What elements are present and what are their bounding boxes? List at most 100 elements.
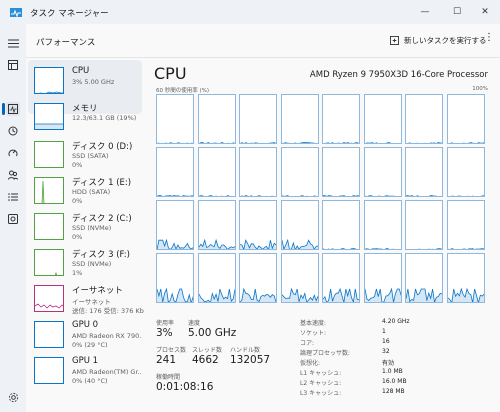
logical-processor-graph: [405, 200, 443, 250]
maximize-button[interactable]: ☐: [442, 0, 472, 24]
resource-usage: 0% (29 °C): [72, 341, 108, 349]
ethernet-thumbnail-graph: [34, 285, 64, 312]
logical-processor-graph: [446, 94, 485, 144]
usage-label: 使用率: [156, 320, 175, 327]
logical-processor-graph: [239, 94, 277, 144]
logical-processor-graph: [363, 94, 402, 144]
resource-name: ディスク 2 (C:): [72, 214, 132, 224]
resource-name: GPU 1: [72, 356, 99, 366]
settings-icon[interactable]: [6, 390, 20, 404]
resource-usage: 0% (40 °C): [72, 377, 108, 385]
logical-processor-graph: [239, 200, 277, 250]
processes-icon[interactable]: [6, 58, 20, 72]
logical-processor-graph: [405, 94, 443, 144]
logical-processor-graph: [322, 200, 360, 250]
threads-value: 4662: [192, 354, 219, 366]
services-icon[interactable]: [6, 212, 20, 226]
logical-processor-graph: [322, 147, 360, 197]
detail-value: 1: [382, 328, 386, 335]
resource-detail: AMD Radeon(TM) Gr...: [72, 368, 142, 376]
detail-value: 有効: [382, 360, 395, 367]
detail-key: L3 キャッシュ:: [300, 390, 342, 397]
detail-value: 1.0 MB: [382, 368, 403, 375]
title-bar: タスク マネージャー — ☐ ✕: [0, 0, 500, 24]
task-manager-app-icon: [10, 8, 22, 17]
logical-processor-graph: [322, 94, 360, 144]
detail-key: コア:: [300, 340, 315, 347]
gpu-thumbnail-graph: [34, 357, 64, 384]
graph-caption: 60 秒間の使用率 (%): [156, 88, 210, 94]
logical-processor-graph: [197, 94, 236, 144]
resource-detail: 3% 5.00 GHz: [72, 78, 115, 86]
detail-key: 論理プロセッサ数:: [300, 350, 351, 357]
resource-name: イーサネット: [72, 286, 123, 296]
resource-detail: AMD Radeon RX 790...: [72, 332, 142, 340]
run-new-task-button[interactable]: 新しいタスクを実行する: [390, 35, 487, 46]
resource-detail: HDD (SATA): [72, 188, 111, 196]
cpu-heading: CPU: [154, 64, 187, 83]
logical-processor-graph: [239, 253, 277, 303]
resource-name: GPU 0: [72, 320, 99, 330]
detail-key: L2 キャッシュ:: [300, 380, 342, 387]
startup-icon[interactable]: [6, 146, 20, 160]
performance-icon[interactable]: [6, 102, 20, 116]
resource-item-gpu-1[interactable]: GPU 1 AMD Radeon(TM) Gr... 0% (40 °C): [28, 350, 142, 404]
minimize-button[interactable]: —: [410, 0, 440, 24]
run-task-icon: [390, 36, 399, 45]
logical-processor-graph: [239, 147, 277, 197]
app-history-icon[interactable]: [6, 124, 20, 138]
speed-label: 速度: [188, 320, 201, 327]
users-icon[interactable]: [6, 168, 20, 182]
logical-processor-graph: [156, 94, 194, 144]
menu-icon[interactable]: [6, 36, 20, 50]
cpu-details-list: 基本速度: 4.20 GHz ソケット: 1 コア: 16 論理プロセッサ数: …: [300, 318, 450, 402]
disk-thumbnail-graph: [34, 213, 64, 240]
uptime-value: 0:01:08:16: [156, 381, 214, 393]
resource-usage: 0%: [72, 197, 83, 205]
resource-name: メモリ: [72, 104, 98, 114]
disk-thumbnail-graph: [34, 177, 64, 204]
resource-detail: SSD (NVMe): [72, 224, 112, 232]
logical-processor-graph: [405, 253, 443, 303]
resource-detail: SSD (NVMe): [72, 260, 112, 268]
uptime-label: 稼働時間: [156, 374, 181, 381]
logical-processor-graph: [446, 253, 485, 303]
logical-processor-graph: [363, 253, 402, 303]
active-nav-indicator: [2, 103, 5, 115]
cpu-detail-panel: CPU AMD Ryzen 9 7950X3D 16-Core Processo…: [144, 58, 500, 412]
logical-processor-graph: [363, 200, 402, 250]
memory-thumbnail-graph: [34, 103, 64, 130]
logical-processor-graph: [280, 253, 319, 303]
logical-processor-graph: [280, 147, 319, 197]
disk-thumbnail-graph: [34, 249, 64, 276]
logical-processor-graph: [322, 253, 360, 303]
cpu-thumbnail-graph: [34, 67, 64, 94]
disk-thumbnail-graph: [34, 141, 64, 168]
run-new-task-label: 新しいタスクを実行する: [404, 36, 487, 45]
logical-processor-graphs: [156, 94, 490, 304]
logical-processor-graph: [446, 200, 485, 250]
resource-detail: 12.3/63.1 GB (19%): [72, 114, 137, 122]
handles-value: 132057: [230, 354, 271, 366]
close-button[interactable]: ✕: [470, 0, 500, 24]
resource-name: ディスク 3 (F:): [72, 250, 130, 260]
page-title: パフォーマンス: [36, 38, 96, 48]
logical-processor-graph: [197, 147, 236, 197]
logical-processor-graph: [156, 147, 194, 197]
logical-processor-graph: [156, 200, 194, 250]
logical-processor-graph: [446, 147, 485, 197]
logical-processor-graph: [197, 253, 236, 303]
processes-value: 241: [156, 354, 177, 366]
resource-name: ディスク 1 (E:): [72, 178, 132, 188]
detail-key: ソケット:: [300, 330, 327, 337]
logical-processor-graph: [156, 253, 194, 303]
logical-processor-graph: [197, 200, 236, 250]
resource-detail: SSD (SATA): [72, 152, 109, 160]
detail-value: 16.0 MB: [382, 378, 407, 385]
details-icon[interactable]: [6, 190, 20, 204]
command-bar: パフォーマンス 新しいタスクを実行する ⋮: [26, 24, 500, 58]
detail-key: 基本速度:: [300, 320, 327, 327]
window-title: タスク マネージャー: [30, 9, 109, 19]
threads-label: スレッド数: [192, 347, 223, 354]
more-options-button[interactable]: ⋮: [484, 32, 494, 43]
